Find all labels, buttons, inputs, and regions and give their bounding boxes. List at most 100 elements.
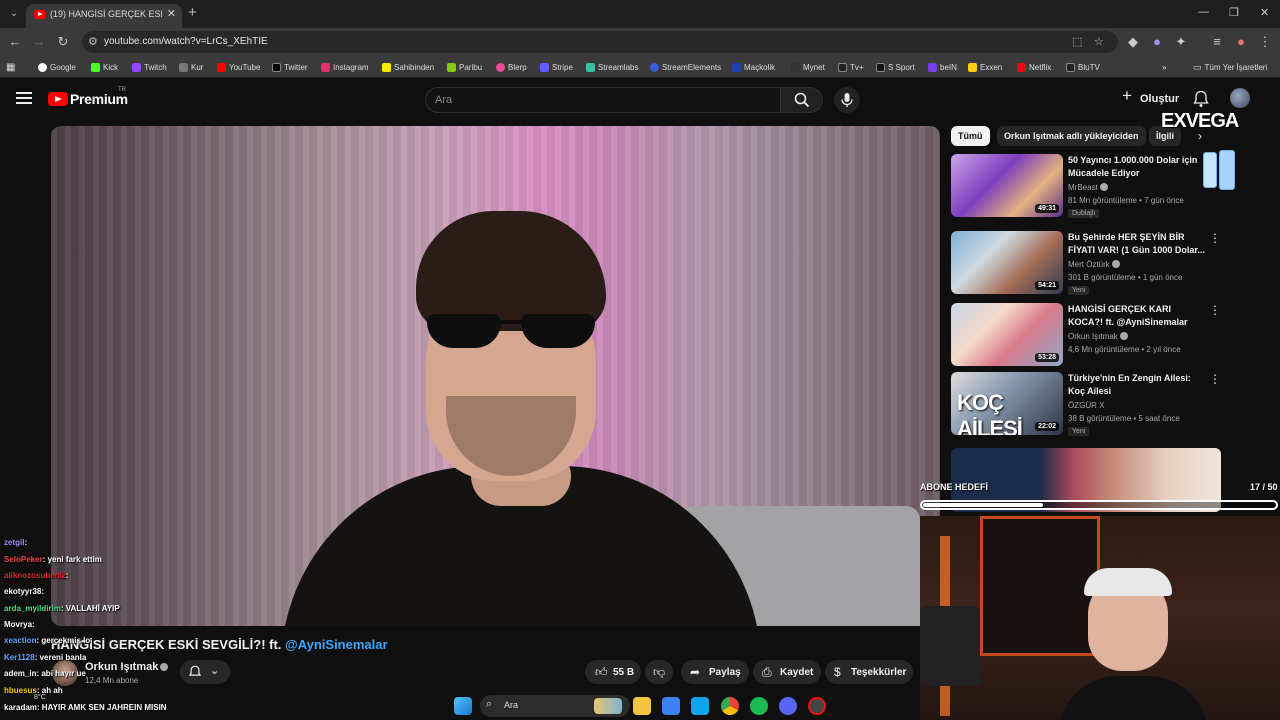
reload-icon[interactable]: ↻: [54, 33, 72, 51]
youtube-logo-text[interactable]: Premium: [70, 91, 128, 107]
recommendation-item[interactable]: KOÇ AİLESİ 22:02 Türkiye'nin En Zengin A…: [951, 372, 1280, 438]
browser-tab-active[interactable]: (19) HANGİSİ GERÇEK ESKİ SEVG ✕: [26, 4, 182, 28]
streamer-webcam: [920, 516, 1280, 720]
chip-from-uploader[interactable]: Orkun Işıtmak adlı yükleyiciden: [997, 126, 1146, 146]
account-avatar[interactable]: [1230, 88, 1250, 108]
back-icon[interactable]: ←: [6, 33, 24, 51]
bell-icon: [188, 665, 202, 676]
bookmark-paribu[interactable]: Paribu: [447, 61, 482, 73]
chat-text: :: [24, 538, 28, 547]
bookmark-blutv[interactable]: BluTV: [1066, 61, 1100, 73]
address-bar[interactable]: ⚙ youtube.com/watch?v=LrCs_XEhTIE ⬚ ☆: [82, 31, 1118, 53]
bookmark-mackolik[interactable]: Maçkolik: [732, 61, 775, 73]
bookmark-netflix[interactable]: Netflix: [1017, 61, 1051, 73]
bookmark-bein[interactable]: beIN: [928, 61, 957, 73]
more-actions-icon[interactable]: ⋮: [1209, 303, 1221, 317]
save-playlist-icon: ⎙: [762, 665, 772, 679]
tab-title: (19) HANGİSİ GERÇEK ESKİ SEVG: [50, 9, 162, 19]
bookmark-instagram[interactable]: Instagram: [321, 61, 369, 73]
like-button[interactable]: 👍︎ 55 B: [585, 660, 641, 684]
notifications-bell-icon[interactable]: [1193, 90, 1209, 108]
profile-icon[interactable]: ●: [1232, 33, 1250, 51]
video-thumbnail[interactable]: 49:31: [951, 154, 1063, 217]
bookmark-blerp[interactable]: Blerp: [496, 61, 527, 73]
extensions-puzzle-icon[interactable]: ✦: [1172, 33, 1190, 51]
bookmark-kur[interactable]: Kur: [179, 61, 203, 73]
chrome-icon[interactable]: [721, 697, 739, 715]
minimize-icon[interactable]: —: [1198, 6, 1209, 18]
tab-search-icon[interactable]: ⌄: [6, 6, 22, 22]
obs-icon[interactable]: [808, 697, 826, 715]
bookmark-youtube[interactable]: YouTube: [217, 61, 260, 73]
bookmark-streamelements[interactable]: StreamElements: [650, 61, 721, 73]
video-thumbnail[interactable]: 53:28: [951, 303, 1063, 366]
bookmark-twitter[interactable]: Twitter: [272, 61, 308, 73]
chat-text: : vereni banla: [34, 653, 87, 662]
site-info-icon[interactable]: ⚙: [88, 35, 98, 48]
outlook-icon[interactable]: [691, 697, 709, 715]
forward-icon[interactable]: →: [30, 33, 48, 51]
chat-message: karadam: HAYIR AMK SEN JAHREIN MISIN: [4, 703, 167, 712]
verified-icon: [160, 663, 169, 671]
more-bookmarks-icon[interactable]: »: [1162, 61, 1166, 73]
dislike-button[interactable]: 👎︎: [645, 660, 673, 684]
install-app-icon[interactable]: ⬚: [1072, 35, 1082, 48]
start-icon[interactable]: [454, 697, 472, 715]
all-bookmarks-folder[interactable]: ▭ Tüm Yer İşaretleri: [1193, 61, 1267, 73]
browser-menu-icon[interactable]: ⋮: [1256, 33, 1274, 51]
bookmark-ssport[interactable]: S Sport: [876, 61, 915, 73]
spotify-icon[interactable]: [750, 697, 768, 715]
chip-all[interactable]: Tümü: [951, 126, 990, 146]
bookmark-streamlabs[interactable]: Streamlabs: [586, 61, 638, 73]
video-title: HANGİSİ GERÇEK ESKİ SEVGİLİ?! ft. @AyniS…: [51, 637, 388, 652]
file-explorer-icon[interactable]: [633, 697, 651, 715]
more-actions-icon[interactable]: ⋮: [1209, 231, 1221, 245]
thanks-button[interactable]: $ Teşekkürler: [825, 660, 913, 684]
chat-message: adem_in: abi hayır ue: [4, 669, 86, 678]
verified-icon: [1099, 183, 1108, 191]
extension-diamond-icon[interactable]: ◆: [1124, 33, 1142, 51]
chat-message: aliknozosubeniz:: [4, 571, 68, 580]
bookmark-tvplus[interactable]: Tv+: [838, 61, 864, 73]
chat-message: arda_myildirim: VALLAHİ AYIP: [4, 604, 120, 613]
bookmark-google[interactable]: Google: [38, 61, 76, 73]
restore-icon[interactable]: ❐: [1229, 6, 1239, 19]
microphone-icon: [841, 93, 853, 107]
bookmark-exxen[interactable]: Exxen: [968, 61, 1002, 73]
taskbar-search[interactable]: ⌕ Ara: [480, 695, 630, 717]
share-button[interactable]: ➦ Paylaş: [681, 660, 749, 684]
extension-purple-icon[interactable]: ●: [1148, 33, 1166, 51]
tab-close-icon[interactable]: ✕: [167, 7, 176, 20]
bookmark-twitch[interactable]: Twitch: [132, 61, 167, 73]
recommendation-item[interactable]: 54:21 Bu Şehirde HER ŞEYİN BİR FİYATI VA…: [951, 231, 1280, 297]
bookmark-sahibinden[interactable]: Sahibinden: [382, 61, 434, 73]
create-button[interactable]: + Oluştur: [1116, 86, 1180, 110]
sunglasses: [423, 314, 599, 348]
video-player[interactable]: [51, 126, 940, 626]
more-actions-icon[interactable]: ⋮: [1209, 372, 1221, 386]
voice-search-button[interactable]: [834, 87, 860, 113]
mention-link[interactable]: @AyniSinemalar: [285, 637, 388, 652]
video-thumbnail[interactable]: KOÇ AİLESİ 22:02: [951, 372, 1063, 435]
subscribed-bell-button[interactable]: ⌄: [180, 660, 230, 684]
new-tab-icon[interactable]: +: [188, 4, 197, 21]
recommendation-item[interactable]: 53:28 HANGİSİ GERÇEK KARI KOCA?! ft. @Ay…: [951, 303, 1280, 369]
store-icon[interactable]: [662, 697, 680, 715]
channel-name[interactable]: Orkun Işıtmak: [85, 661, 169, 673]
thumbs-up-icon: 👍︎: [595, 665, 608, 679]
bookmark-stripe[interactable]: Stripe: [540, 61, 573, 73]
search-placeholder: Ara: [435, 94, 453, 106]
bookmark-mynet[interactable]: Mynet: [791, 61, 825, 73]
youtube-logo-icon[interactable]: [48, 92, 68, 106]
apps-grid-icon[interactable]: ▦: [6, 61, 15, 73]
bookmark-star-icon[interactable]: ☆: [1094, 35, 1104, 48]
discord-icon[interactable]: [779, 697, 797, 715]
video-thumbnail[interactable]: 54:21: [951, 231, 1063, 294]
window-close-icon[interactable]: ✕: [1260, 6, 1269, 19]
bookmark-kick[interactable]: Kick: [91, 61, 118, 73]
search-input[interactable]: Ara: [425, 87, 781, 113]
save-button[interactable]: ⎙ Kaydet: [753, 660, 821, 684]
search-button[interactable]: [781, 87, 823, 113]
guide-menu-icon[interactable]: [16, 92, 32, 104]
media-control-icon[interactable]: ≡: [1208, 33, 1226, 51]
